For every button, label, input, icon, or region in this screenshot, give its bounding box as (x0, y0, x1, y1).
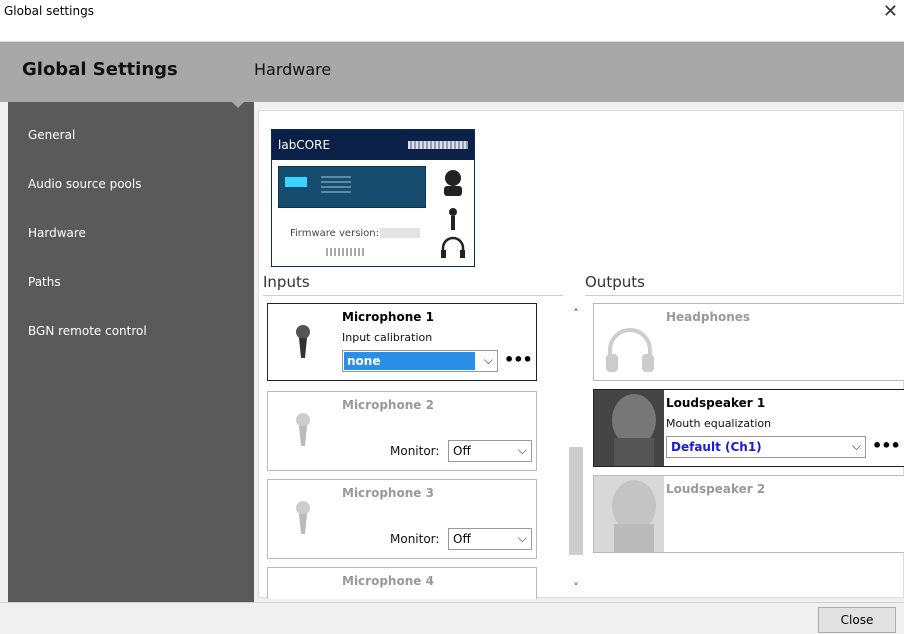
headphones-icon (606, 328, 654, 372)
monitor-label: Monitor: (390, 532, 440, 546)
inputs-label: Inputs (263, 273, 310, 291)
footer-bar: Close (0, 602, 904, 634)
output-card-headphones[interactable]: Headphones (593, 303, 904, 381)
content-area: labCORE Firmware version: Inputs Outputs… (254, 102, 904, 602)
output-card-loudspeaker-2[interactable]: Loudspeaker 2 (593, 475, 904, 553)
sidebar-item-audio-source-pools[interactable]: Audio source pools (28, 177, 141, 191)
scrollbar-thumb[interactable] (569, 447, 583, 555)
device-serial (408, 141, 468, 149)
input-calibration-value: none (347, 354, 381, 368)
device-side-icons (436, 164, 470, 264)
input-name: Microphone 2 (342, 398, 434, 412)
header: Global Settings Hardware (0, 42, 904, 102)
monitor-select[interactable]: Off ⌵ (448, 440, 532, 462)
microphone-icon (296, 413, 310, 446)
monitor-value: Off (453, 444, 471, 458)
device-image (278, 166, 426, 208)
inputs-scrollbar[interactable]: ˄ ˅ (567, 307, 585, 597)
chevron-down-icon[interactable]: ˅ (567, 581, 585, 597)
chevron-up-icon[interactable]: ˄ (567, 307, 585, 323)
input-calibration-label: Input calibration (342, 331, 433, 344)
chevron-down-icon: ⌵ (851, 439, 861, 453)
input-name: Microphone 3 (342, 486, 434, 500)
device-panel-dots (321, 173, 351, 193)
output-eq-value: Default (Ch1) (671, 440, 762, 454)
title-bar: Global settings ✕ (0, 0, 904, 42)
input-card-microphone-1[interactable]: Microphone 1 Input calibration none ⌵ ••… (267, 303, 537, 381)
sidebar-notch (232, 102, 244, 108)
loudspeaker-icon (594, 390, 664, 466)
app-title: Global Settings (22, 59, 178, 80)
device-name: labCORE (278, 138, 331, 152)
device-card[interactable]: labCORE Firmware version: (271, 129, 475, 267)
monitor-value: Off (453, 532, 471, 546)
device-header: labCORE (272, 130, 474, 160)
input-card-microphone-2[interactable]: Microphone 2 Monitor: Off ⌵ (267, 391, 537, 471)
more-icon[interactable]: ••• (504, 350, 533, 369)
microphone-icon (296, 325, 310, 358)
output-eq-select[interactable]: Default (Ch1) ⌵ (666, 436, 866, 458)
input-card-microphone-3[interactable]: Microphone 3 Monitor: Off ⌵ (267, 479, 537, 559)
chevron-down-icon: ⌵ (517, 443, 527, 457)
head-icon (444, 170, 462, 196)
output-name: Loudspeaker 2 (666, 482, 766, 496)
outputs-label: Outputs (585, 273, 645, 291)
output-card-loudspeaker-1[interactable]: Loudspeaker 1 Mouth equalization Default… (593, 389, 904, 467)
header-left: Global Settings (0, 42, 254, 102)
outputs-divider (585, 295, 901, 296)
more-icon[interactable]: ••• (872, 436, 901, 455)
input-name: Microphone 1 (342, 310, 434, 324)
input-card-microphone-4[interactable]: Microphone 4 (267, 567, 537, 599)
monitor-label: Monitor: (390, 444, 440, 458)
loudspeaker-icon (594, 476, 664, 552)
section-title: Hardware (254, 60, 332, 79)
microphone-icon (296, 501, 310, 534)
sidebar: General Audio source pools Hardware Path… (8, 102, 254, 602)
headphones-icon (441, 236, 465, 258)
input-calibration-select[interactable]: none ⌵ (342, 350, 498, 372)
sidebar-item-hardware[interactable]: Hardware (28, 226, 86, 240)
output-name: Headphones (666, 310, 751, 324)
chevron-down-icon: ⌵ (517, 531, 527, 545)
input-name: Microphone 4 (342, 574, 434, 588)
output-eq-label: Mouth equalization (666, 417, 772, 430)
sidebar-item-general[interactable]: General (28, 128, 75, 142)
chevron-down-icon: ⌵ (483, 353, 493, 367)
firmware-serial (326, 248, 366, 256)
close-button[interactable]: Close (818, 607, 896, 633)
device-led (285, 177, 307, 187)
monitor-select[interactable]: Off ⌵ (448, 528, 532, 550)
content-panel: labCORE Firmware version: Inputs Outputs… (258, 110, 904, 599)
close-icon[interactable]: ✕ (883, 2, 898, 22)
inputs-divider (263, 295, 563, 296)
sidebar-item-bgn-remote-control[interactable]: BGN remote control (28, 324, 147, 338)
microphone-icon (449, 208, 457, 230)
sidebar-item-paths[interactable]: Paths (28, 275, 61, 289)
firmware-label: Firmware version: (290, 228, 380, 239)
window-title: Global settings (4, 4, 94, 18)
output-name: Loudspeaker 1 (666, 396, 766, 410)
firmware-value (380, 228, 420, 238)
